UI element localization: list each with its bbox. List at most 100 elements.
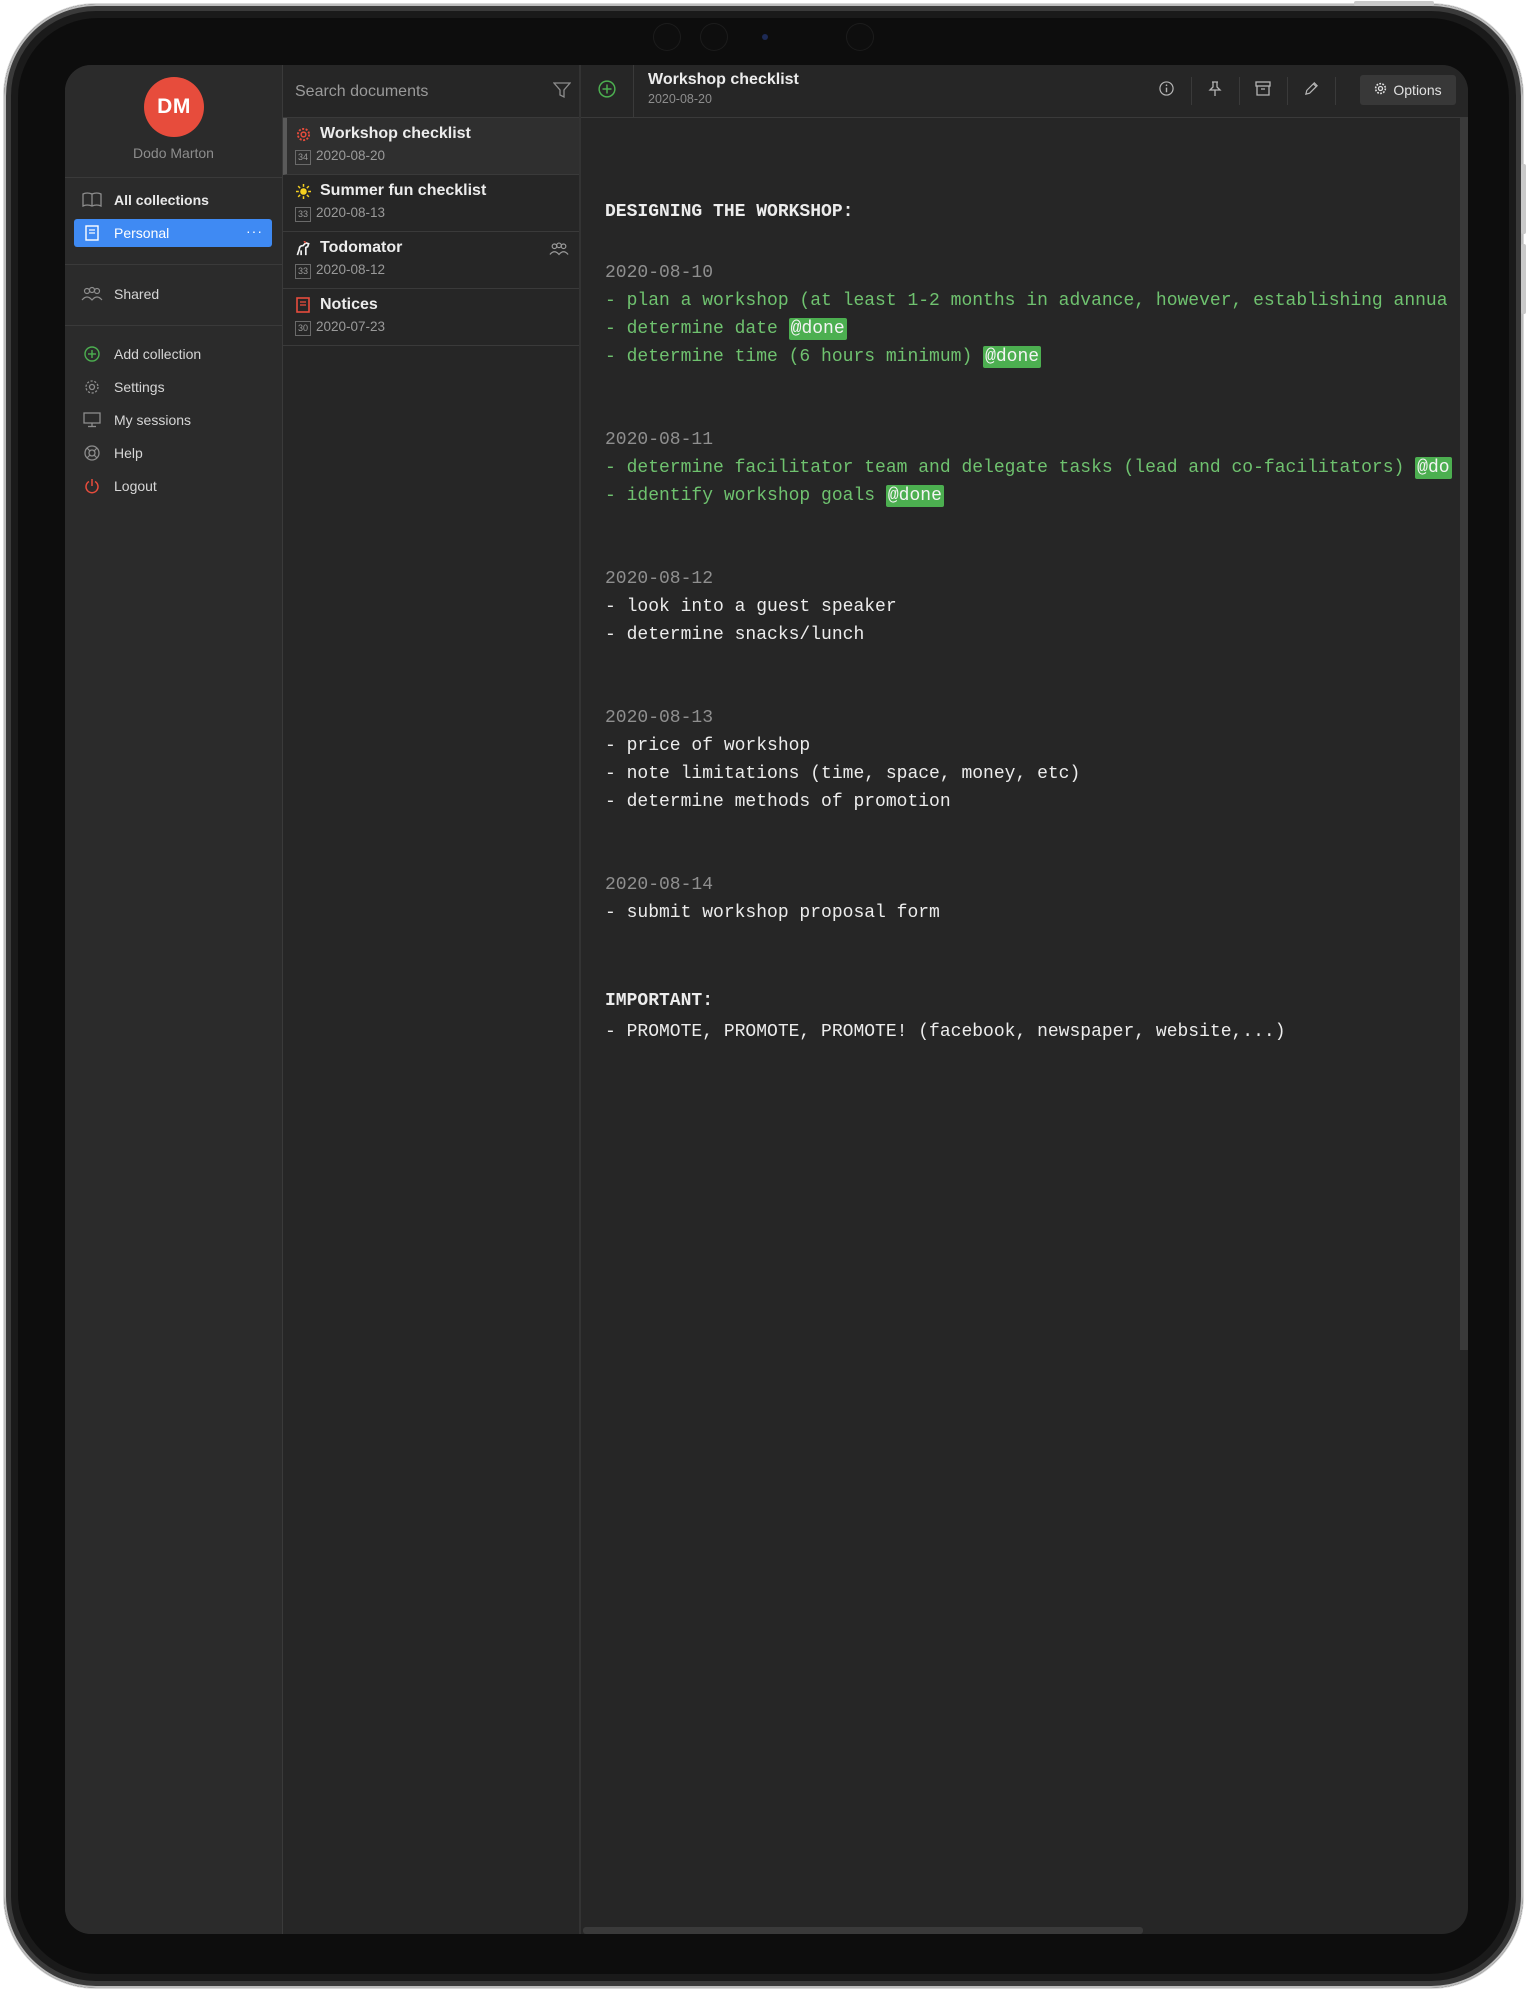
done-task: - determine facilitator team and delegat… [605, 457, 1452, 479]
sidebar-item-personal[interactable]: Personal ··· [74, 219, 272, 247]
monitor-icon [81, 411, 103, 429]
done-task: - determine date @done [605, 318, 847, 340]
archive-icon [1255, 81, 1271, 101]
list-item[interactable]: Workshop checklist 34 2020-08-20 [283, 118, 579, 175]
done-task: - determine time (6 hours minimum) @done [605, 346, 1042, 368]
sidebar-item-logout[interactable]: Logout [74, 472, 272, 500]
date-line: 2020-08-14 [605, 875, 714, 895]
shared-people-icon [549, 241, 569, 262]
sidebar-item-label: Logout [114, 478, 157, 494]
sidebar-item-label: All collections [114, 192, 209, 208]
notebook-icon [81, 224, 103, 242]
done-task: - plan a workshop (at least 1-2 months i… [605, 291, 1448, 311]
options-label: Options [1393, 82, 1442, 98]
divider [1335, 77, 1336, 105]
sidebar-item-label: Shared [114, 286, 160, 302]
document-header: Workshop checklist 2020-08-20 Options [581, 65, 1468, 118]
sensor-icon [654, 24, 680, 50]
document-title: Todomator [320, 239, 403, 256]
task-line: - determine snacks/lunch [605, 625, 865, 645]
document-date: 2020-08-12 [316, 262, 386, 277]
archive-button[interactable] [1247, 75, 1279, 107]
list-item[interactable]: Todomator 33 2020-08-12 [283, 232, 579, 289]
people-icon [81, 285, 103, 303]
done-tag: @done [885, 485, 944, 507]
document-heading: DESIGNING THE WORKSHOP: [605, 202, 854, 222]
done-task: - identify workshop goals @done [605, 485, 944, 507]
date-line: 2020-08-12 [605, 569, 714, 589]
divider [1239, 77, 1240, 105]
gear-icon [81, 378, 103, 396]
lifebuoy-icon [81, 444, 103, 462]
options-button[interactable]: Options [1360, 75, 1456, 105]
gear-icon [1374, 82, 1387, 98]
date-line: 2020-08-13 [605, 708, 714, 728]
notebook-red-icon [295, 297, 311, 313]
task-text: - determine facilitator team and delegat… [605, 458, 1416, 478]
gear-red-icon [295, 126, 311, 142]
task-line: - submit workshop proposal form [605, 903, 940, 923]
done-tag: @done [983, 346, 1042, 368]
add-document-button[interactable] [581, 65, 634, 117]
divider [65, 177, 282, 178]
app-screen: DM Dodo Marton All collections Personal … [65, 65, 1468, 1934]
task-text: - determine time (6 hours minimum) [605, 347, 984, 367]
sidebar-item-all-collections[interactable]: All collections [74, 186, 272, 214]
more-options-icon[interactable]: ··· [246, 223, 263, 239]
document-title: Summer fun checklist [320, 182, 487, 199]
done-tag: @do [1415, 457, 1452, 479]
pencil-icon [1304, 81, 1319, 101]
document-date: 2020-08-20 [648, 92, 712, 106]
volume-button [1521, 244, 1526, 314]
vertical-scrollbar[interactable] [1460, 118, 1468, 1350]
info-icon [1158, 81, 1174, 101]
sidebar-item-add-collection[interactable]: Add collection [74, 340, 272, 368]
item-count-badge: 34 [295, 150, 311, 165]
divider [65, 264, 282, 265]
volume-button [1521, 164, 1526, 234]
task-text: - identify workshop goals [605, 486, 886, 506]
divider [1287, 77, 1288, 105]
edit-button[interactable] [1295, 75, 1327, 107]
user-name: Dodo Marton [133, 145, 214, 161]
document-date: 2020-08-13 [316, 205, 386, 220]
divider [1191, 77, 1192, 105]
info-button[interactable] [1150, 75, 1182, 107]
filter-icon[interactable] [552, 81, 572, 104]
date-line: 2020-08-10 [605, 263, 714, 283]
sun-icon [295, 183, 311, 199]
sidebar-item-help[interactable]: Help [74, 439, 272, 467]
date-line: 2020-08-11 [605, 430, 714, 450]
task-line: - price of workshop [605, 736, 811, 756]
item-count-badge: 33 [295, 264, 311, 279]
item-count-badge: 30 [295, 321, 311, 336]
sidebar-item-label: My sessions [114, 412, 192, 428]
important-heading: IMPORTANT: [605, 991, 714, 1011]
search-input[interactable] [293, 79, 537, 105]
task-line: - determine methods of promotion [605, 792, 951, 812]
avatar[interactable]: DM [144, 77, 204, 137]
document-date: 2020-08-20 [316, 148, 386, 163]
power-icon [81, 477, 103, 495]
task-text: - determine date [605, 319, 789, 339]
horizontal-scrollbar[interactable] [583, 1927, 1143, 1934]
document-title: Workshop checklist [320, 125, 471, 142]
plus-circle-icon [598, 79, 616, 103]
sidebar-item-label: Help [114, 445, 143, 461]
document-title: Notices [320, 296, 378, 313]
list-item[interactable]: Summer fun checklist 33 2020-08-13 [283, 175, 579, 232]
document-list: Workshop checklist 34 2020-08-20 Summer … [283, 65, 581, 1934]
tablet-frame: DM Dodo Marton All collections Personal … [4, 1, 1526, 1988]
book-open-icon [81, 191, 103, 209]
sidebar-item-shared[interactable]: Shared [74, 280, 272, 308]
list-item[interactable]: Notices 30 2020-07-23 [283, 289, 579, 346]
document-date: 2020-07-23 [316, 319, 386, 334]
pin-button[interactable] [1199, 75, 1231, 107]
sidebar-item-label: Personal [114, 225, 170, 241]
document-editor[interactable]: DESIGNING THE WORKSHOP: 2020-08-10 - pla… [581, 118, 1461, 1926]
sidebar-item-label: Add collection [114, 346, 202, 362]
sidebar-item-my-sessions[interactable]: My sessions [74, 406, 272, 434]
sidebar-item-settings[interactable]: Settings [74, 373, 272, 401]
divider [65, 325, 282, 326]
power-button [1354, 1, 1434, 6]
